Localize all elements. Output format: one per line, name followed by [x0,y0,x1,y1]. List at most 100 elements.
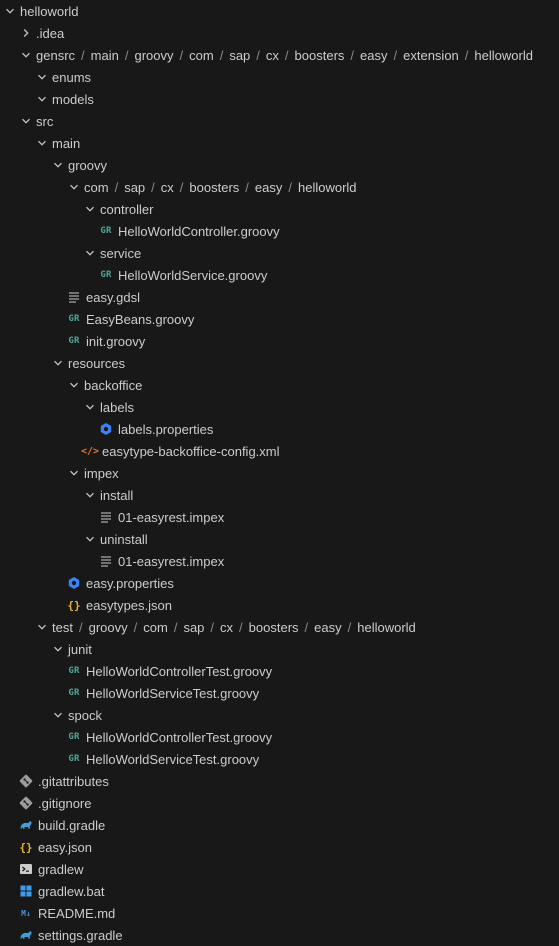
tree-folder-item[interactable]: resources [0,352,559,374]
tree-folder-item[interactable]: backoffice [0,374,559,396]
tree-item-label: EasyBeans.groovy [86,311,195,327]
json-icon: {} [67,598,81,612]
tree-folder-item[interactable]: impex [0,462,559,484]
tree-file-item[interactable]: GR HelloWorldController.groovy [0,220,559,242]
chevron-down-icon[interactable] [2,3,18,19]
tree-item-label: .gitignore [38,795,92,811]
groovy-icon: GR [68,754,80,764]
chevron-down-icon[interactable] [50,157,66,173]
tree-folder-item[interactable]: spock [0,704,559,726]
tree-file-item[interactable]: easy.gdsl [0,286,559,308]
tree-file-item[interactable]: 01-easyrest.impex [0,550,559,572]
chevron-down-icon[interactable] [34,91,50,107]
tree-file-item[interactable]: gradlew.bat [0,880,559,902]
tree-folder-item[interactable]: install [0,484,559,506]
chevron-down-icon[interactable] [18,113,34,129]
tree-item-label: com / sap / cx / boosters / easy / helloworld [84,179,357,195]
gradle-icon [18,817,34,833]
tree-file-item[interactable]: GR HelloWorldService.groovy [0,264,559,286]
markdown-icon: M↓ [21,908,31,918]
tree-file-item[interactable]: gradlew [0,858,559,880]
chevron-down-icon[interactable] [66,377,82,393]
tree-file-item[interactable]: GR HelloWorldServiceTest.groovy [0,748,559,770]
tree-folder-item[interactable]: service [0,242,559,264]
chevron-right-icon[interactable] [18,25,34,41]
tree-file-item[interactable]: labels.properties [0,418,559,440]
tree-item-label: labels [100,399,134,415]
text-lines-icon [98,509,114,525]
groovy-icon: GR [68,336,80,346]
tree-folder-item[interactable]: gensrc / main / groovy / com / sap / cx / boosters / e… [0,44,559,66]
tree-item-label: HelloWorldServiceTest.groovy [86,751,260,767]
tree-item-label: 01-easyrest.impex [118,509,225,525]
chevron-down-icon[interactable] [82,487,98,503]
tree-file-item[interactable]: {} easy.json [0,836,559,858]
chevron-down-icon[interactable] [66,465,82,481]
properties-icon [66,575,82,591]
chevron-down-icon[interactable] [34,135,50,151]
tree-folder-item[interactable]: groovy [0,154,559,176]
file-explorer-tree: helloworld .idea gensrc / main / groovy / com / sa… [0,0,559,946]
chevron-down-icon[interactable] [50,641,66,657]
tree-item-label: HelloWorldController.groovy [118,223,280,239]
tree-folder-item[interactable]: test / groovy / com / sap / cx / boosters / easy / hel… [0,616,559,638]
tree-item-label: easytypes.json [86,597,172,613]
tree-file-item[interactable]: build.gradle [0,814,559,836]
tree-item-label: main [52,135,81,151]
tree-folder-item[interactable]: models [0,88,559,110]
tree-item-label: easy.properties [86,575,174,591]
tree-folder-item[interactable]: enums [0,66,559,88]
tree-folder-item[interactable]: .idea [0,22,559,44]
tree-item-label: easy.gdsl [86,289,140,305]
tree-file-item[interactable]: .gitignore [0,792,559,814]
tree-folder-item[interactable]: com / sap / cx / boosters / easy / helloworld [0,176,559,198]
xml-icon: </> [80,445,100,457]
tree-folder-item[interactable]: uninstall [0,528,559,550]
chevron-down-icon[interactable] [50,707,66,723]
tree-item-label: HelloWorldControllerTest.groovy [86,663,273,679]
tree-file-item[interactable]: {} easytypes.json [0,594,559,616]
tree-item-label: helloworld [20,3,79,19]
tree-item-label: init.groovy [86,333,146,349]
tree-item-label: 01-easyrest.impex [118,553,225,569]
git-icon [18,795,34,811]
tree-file-item[interactable]: GR HelloWorldControllerTest.groovy [0,660,559,682]
tree-file-item[interactable]: easy.properties [0,572,559,594]
tree-file-item[interactable]: 01-easyrest.impex [0,506,559,528]
tree-item-label: groovy [68,157,108,173]
chevron-down-icon[interactable] [82,245,98,261]
tree-file-item[interactable]: GR init.groovy [0,330,559,352]
chevron-down-icon[interactable] [66,179,82,195]
chevron-down-icon[interactable] [82,399,98,415]
tree-item-label: easytype-backoffice-config.xml [102,443,280,459]
text-lines-icon [98,553,114,569]
tree-folder-item[interactable]: labels [0,396,559,418]
chevron-down-icon[interactable] [82,201,98,217]
text-lines-icon [66,289,82,305]
tree-item-label: test / groovy / com / sap / cx / boosters / easy / hel… [52,619,416,635]
tree-file-item[interactable]: M↓ README.md [0,902,559,924]
tree-file-item[interactable]: GR HelloWorldServiceTest.groovy [0,682,559,704]
tree-folder-item[interactable]: junit [0,638,559,660]
chevron-down-icon[interactable] [50,355,66,371]
groovy-icon: GR [100,226,112,236]
chevron-down-icon[interactable] [34,69,50,85]
tree-file-item[interactable]: GR HelloWorldControllerTest.groovy [0,726,559,748]
tree-folder-item[interactable]: main [0,132,559,154]
groovy-icon: GR [68,666,80,676]
tree-folder-item[interactable]: controller [0,198,559,220]
tree-item-label: easy.json [38,839,92,855]
chevron-down-icon[interactable] [34,619,50,635]
tree-file-item[interactable]: GR EasyBeans.groovy [0,308,559,330]
tree-file-item[interactable]: </> easytype-backoffice-config.xml [0,440,559,462]
tree-item-label: backoffice [84,377,143,393]
chevron-down-icon[interactable] [82,531,98,547]
tree-folder-item[interactable]: helloworld [0,0,559,22]
tree-item-label: install [100,487,134,503]
chevron-down-icon[interactable] [18,47,34,63]
tree-folder-item[interactable]: src [0,110,559,132]
tree-item-label: HelloWorldControllerTest.groovy [86,729,273,745]
tree-file-item[interactable]: settings.gradle [0,924,559,946]
tree-file-item[interactable]: .gitattributes [0,770,559,792]
groovy-icon: GR [68,732,80,742]
